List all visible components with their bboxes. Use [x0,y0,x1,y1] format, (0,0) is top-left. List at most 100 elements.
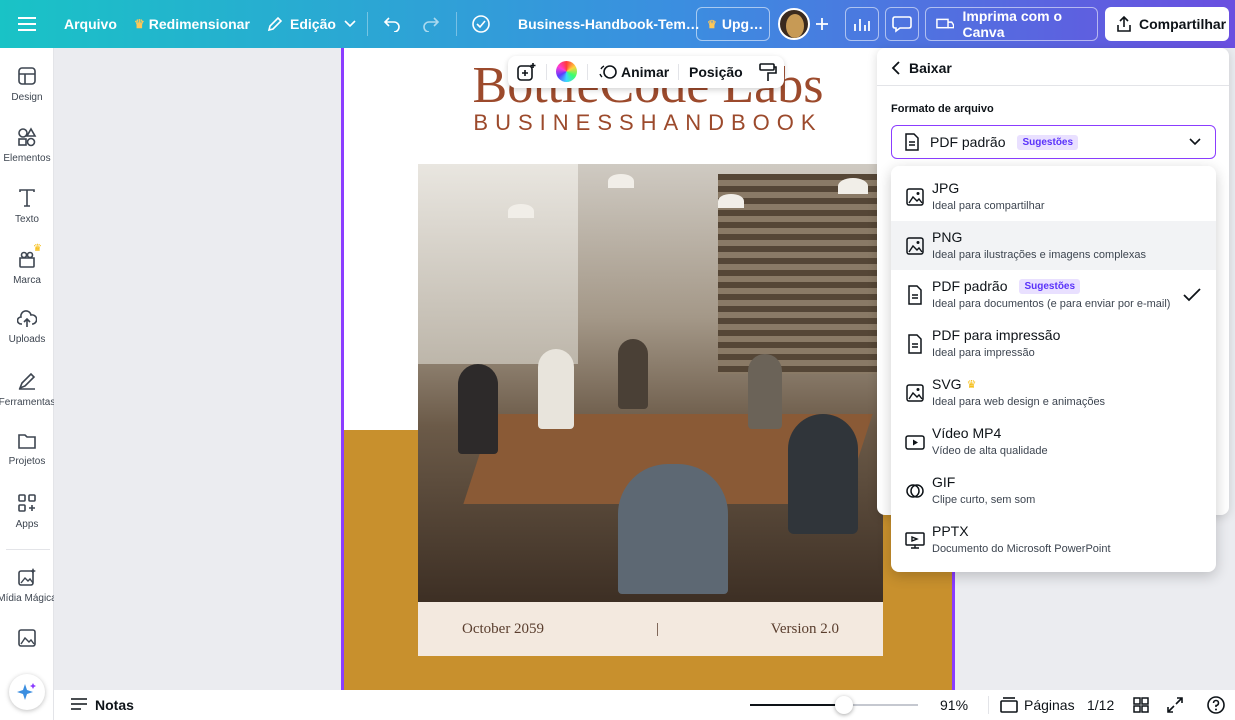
divider [546,64,547,80]
zoom-slider-thumb[interactable] [835,696,853,714]
color-picker-icon[interactable] [556,61,577,82]
share-button[interactable]: Compartilhar [1105,7,1229,41]
print-label: Imprima com o Canva [962,8,1063,40]
add-element-icon[interactable] [516,62,536,82]
format-option-svg[interactable]: SVG ♛ Ideal para web design e animações [891,368,1216,417]
pencil-icon [267,16,283,32]
format-title: Vídeo MP4 [932,425,1002,441]
folder-icon [18,434,36,449]
format-option-pptx[interactable]: PPTX Documento do Microsoft PowerPoint [891,515,1216,564]
cloud-saved-icon[interactable] [465,8,497,40]
info-strip[interactable]: October 2059 | Version 2.0 [418,602,883,656]
document-title[interactable]: Business-Handbook-Tem… [518,0,700,48]
sidebar-item-label: Elementos [3,153,51,164]
date-text[interactable]: October 2059 [462,621,544,638]
page-counter[interactable]: 1/12 [1087,690,1114,720]
sidebar-item-apps[interactable]: Apps [0,479,54,535]
canva-assistant-button[interactable] [9,674,45,710]
format-desc: Ideal para impressão [932,347,1035,359]
sidebar-item-label: Marca [13,275,41,286]
resize-button[interactable]: ♛ Redimensionar [134,0,250,48]
animate-button[interactable]: Animar [599,56,669,88]
sidebar-item-more[interactable] [0,614,54,670]
menu-icon[interactable] [11,8,43,40]
format-option-pdf-print[interactable]: PDF para impressão Ideal para impressão [891,319,1216,368]
insights-button[interactable] [845,7,879,41]
sidebar-item-text[interactable]: Texto [0,174,54,230]
format-title: PDF padrão Sugestões [932,278,1081,294]
format-option-pdf-standard[interactable]: PDF padrão Sugestões Ideal para document… [891,270,1216,319]
crown-icon: ♛ [707,18,717,31]
sidebar-item-tools[interactable]: Ferramentas [0,357,56,413]
zoom-slider-fill [750,704,843,706]
crown-icon: ♛ [33,243,42,254]
top-bar: Arquivo ♛ Redimensionar Edição Business-… [0,0,1235,48]
document-icon [908,334,922,354]
format-title: PDF para impressão [932,327,1061,343]
sidebar-item-label: Apps [15,519,39,530]
help-icon[interactable] [1206,690,1226,720]
selected-format: PDF padrão [930,134,1006,150]
format-desc: Clipe curto, sem som [932,494,1036,506]
format-option-mp4[interactable]: Vídeo MP4 Vídeo de alta qualidade [891,417,1216,466]
download-back-button[interactable]: Baixar [891,60,952,76]
image-icon [906,188,924,206]
divider [988,696,989,714]
upgrade-button[interactable]: ♛ Upg… [696,7,770,41]
position-label: Posição [689,64,743,80]
sidebar-item-label: Ferramentas [0,397,56,408]
format-option-jpg[interactable]: JPG Ideal para compartilhar [891,172,1216,221]
format-option-png[interactable]: PNG Ideal para ilustrações e imagens com… [891,221,1216,270]
sidebar-item-elements[interactable]: Elementos [0,113,54,169]
format-option-gif[interactable]: GIF Clipe curto, sem som [891,466,1216,515]
notes-button[interactable]: Notas [70,690,134,720]
sidebar-item-magic-media[interactable]: Mídia Mágica [0,553,57,609]
context-toolbar: Animar Posição [508,56,784,88]
pages-label: Páginas [1024,697,1075,713]
fullscreen-icon[interactable] [1167,690,1183,720]
file-menu[interactable]: Arquivo [64,0,117,48]
undo-icon[interactable] [376,8,408,40]
position-button[interactable]: Posição [689,56,743,88]
print-with-canva-button[interactable]: Imprima com o Canva [925,7,1098,41]
style-paint-icon[interactable] [758,62,778,82]
format-title: GIF [932,474,956,490]
pages-button[interactable]: Páginas [1000,690,1075,720]
sidebar-item-brand[interactable]: ♛ Marca [0,235,54,291]
team-meeting-photo[interactable] [418,164,883,602]
format-desc: Documento do Microsoft PowerPoint [932,543,1111,555]
version-text[interactable]: Version 2.0 [771,621,839,638]
sidebar-item-projects[interactable]: Projetos [0,418,54,474]
document-icon [908,285,922,305]
notes-icon [71,698,87,710]
format-title-text: PDF padrão [932,278,1008,294]
image-icon [906,384,924,402]
sidebar-item-design[interactable]: Design [0,52,54,108]
bottom-bar: Notas 91% Páginas 1/12 [54,690,1235,720]
sidebar-item-uploads[interactable]: Uploads [0,296,54,352]
share-label: Compartilhar [1139,16,1227,32]
format-title: PNG [932,229,963,245]
design-page[interactable]: BottleCode Labs BUSINESSHANDBOOK October… [341,48,955,690]
suggestions-badge: Sugestões [1019,278,1081,294]
download-title: Baixar [909,60,952,76]
file-format-select[interactable]: PDF padrão Sugestões [891,125,1216,159]
handbook-subtitle[interactable]: BUSINESSHANDBOOK [344,110,952,136]
divider [367,12,368,36]
grid-view-icon[interactable] [1133,690,1149,720]
zoom-level[interactable]: 91% [940,690,968,720]
plus-icon[interactable] [806,8,838,40]
redo-icon[interactable] [415,8,447,40]
zoom-slider[interactable] [750,696,918,714]
edit-menu[interactable]: Edição [266,0,356,48]
crown-icon: ♛ [966,378,977,391]
text-icon [19,189,35,207]
left-sidebar: Design Elementos Texto ♛ Marca Uploads F… [0,48,57,720]
file-format-dropdown: JPG Ideal para compartilhar PNG Ideal pa… [891,166,1216,572]
edit-label: Edição [290,16,336,32]
layout-icon [18,67,36,85]
apps-icon [18,494,36,512]
resize-label: Redimensionar [148,16,250,32]
comment-button[interactable] [885,7,919,41]
chevron-left-icon [891,61,900,75]
